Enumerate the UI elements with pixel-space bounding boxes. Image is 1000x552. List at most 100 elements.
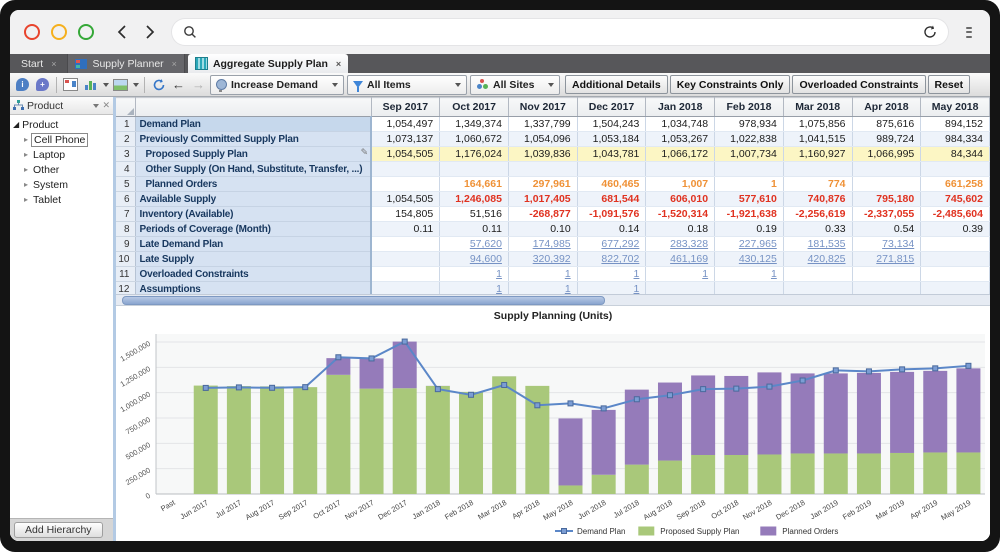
grid-cell[interactable] — [577, 161, 647, 177]
grid-cell[interactable] — [920, 281, 990, 294]
toolbar-button-overloaded-constraints[interactable]: Overloaded Constraints — [792, 75, 926, 94]
grid-cell[interactable]: -2,337,055 — [852, 206, 922, 222]
grid-link-cell[interactable]: 677,292 — [577, 236, 647, 252]
grid-cell[interactable]: 1,176,024 — [439, 146, 509, 162]
grid-cell[interactable]: 1,504,243 — [577, 116, 647, 132]
grid-cell[interactable]: 1,060,672 — [439, 131, 509, 147]
tab-supply-planner[interactable]: Supply Planner × — [67, 54, 185, 73]
grid-cell[interactable]: 1,022,838 — [714, 131, 784, 147]
back-arrow-icon[interactable]: ← — [170, 76, 187, 93]
close-tab-icon[interactable]: × — [336, 59, 341, 69]
grid-cell[interactable] — [783, 266, 853, 282]
row-number[interactable]: 3 — [116, 146, 136, 162]
grid-link-cell[interactable]: 174,985 — [508, 236, 578, 252]
grid-cell[interactable]: 1,053,267 — [645, 131, 716, 147]
row-label[interactable]: Overloaded Constraints — [135, 266, 372, 282]
grid-cell[interactable]: 875,616 — [852, 116, 922, 132]
grid-link-cell[interactable]: 1 — [439, 266, 509, 282]
grid-cell[interactable]: 51,516 — [439, 206, 509, 222]
row-label[interactable]: Proposed Supply Plan ✎ — [135, 146, 372, 162]
chevron-down-icon[interactable] — [93, 103, 100, 108]
grid-cell[interactable]: 795,180 — [852, 191, 922, 207]
grid-cell[interactable]: 1,073,137 — [371, 131, 441, 147]
scenario-dropdown[interactable]: Increase Demand — [210, 74, 344, 95]
sites-filter-dropdown[interactable]: All Sites — [470, 74, 560, 95]
grid-link-cell[interactable]: 822,702 — [577, 251, 647, 267]
grid-cell[interactable] — [645, 281, 716, 294]
row-label[interactable]: Demand Plan — [135, 116, 372, 132]
back-chevron-icon[interactable] — [116, 24, 128, 40]
tree-item-cell-phone[interactable]: ▸ Cell Phone — [13, 132, 113, 147]
row-number[interactable]: 10 — [116, 251, 136, 267]
grid-cell[interactable]: 0.19 — [714, 221, 784, 237]
grid-cell[interactable]: 740,876 — [783, 191, 853, 207]
grid-cell[interactable]: 1,039,836 — [508, 146, 578, 162]
table-view-icon[interactable] — [62, 76, 79, 93]
grid-cell[interactable] — [371, 236, 441, 252]
grid-link-cell[interactable]: 57,620 — [439, 236, 509, 252]
collapsed-caret-icon[interactable]: ▸ — [24, 150, 28, 159]
toolbar-button-additional-details[interactable]: Additional Details — [565, 75, 668, 94]
grid-cell[interactable]: 1,043,781 — [577, 146, 647, 162]
info-bubble-icon[interactable]: i — [14, 76, 31, 93]
chevron-down-icon[interactable] — [133, 82, 139, 87]
search-input[interactable] — [198, 24, 922, 40]
grid-cell[interactable]: 661,258 — [920, 176, 990, 192]
grid-cell[interactable]: 164,661 — [439, 176, 509, 192]
row-number[interactable]: 11 — [116, 266, 136, 282]
toolbar-button-reset[interactable]: Reset — [927, 75, 971, 94]
grid-cell[interactable]: 0.33 — [783, 221, 853, 237]
grid-cell[interactable]: 0.39 — [920, 221, 990, 237]
grid-cell[interactable]: 1 — [714, 176, 784, 192]
grid-corner-cell[interactable] — [116, 97, 136, 117]
grid-cell[interactable]: 0.54 — [852, 221, 922, 237]
row-label[interactable]: Available Supply — [135, 191, 372, 207]
row-number[interactable]: 7 — [116, 206, 136, 222]
grid-link-cell[interactable]: 430,125 — [714, 251, 784, 267]
expanded-caret-icon[interactable]: ◢ — [13, 120, 19, 129]
row-number[interactable]: 2 — [116, 131, 136, 147]
grid-cell[interactable]: -1,921,638 — [714, 206, 784, 222]
tree-root-product[interactable]: ◢ Product — [13, 117, 113, 132]
toolbar-button-key-constraints-only[interactable]: Key Constraints Only — [669, 75, 791, 94]
grid-cell[interactable]: 1,054,497 — [371, 116, 441, 132]
grid-cell[interactable]: 0.18 — [645, 221, 716, 237]
comment-search-bubble-icon[interactable]: + — [34, 76, 51, 93]
grid-cell[interactable]: 297,961 — [508, 176, 578, 192]
tree-item-system[interactable]: ▸ System — [13, 177, 113, 192]
collapsed-caret-icon[interactable]: ▸ — [24, 165, 28, 174]
row-number[interactable]: 1 — [116, 116, 136, 132]
grid-cell[interactable]: 774 — [783, 176, 853, 192]
grid-link-cell[interactable]: 1 — [508, 281, 578, 294]
grid-cell[interactable] — [645, 161, 716, 177]
collapsed-caret-icon[interactable]: ▸ — [24, 135, 28, 144]
grid-cell[interactable]: 606,010 — [645, 191, 716, 207]
tree-item-other[interactable]: ▸ Other — [13, 162, 113, 177]
grid-cell[interactable] — [714, 281, 784, 294]
grid-cell[interactable]: 989,724 — [852, 131, 922, 147]
grid-link-cell[interactable]: 420,825 — [783, 251, 853, 267]
row-number[interactable]: 8 — [116, 221, 136, 237]
grid-cell[interactable]: 1,041,515 — [783, 131, 853, 147]
legend-item-proposed-supply-plan[interactable]: Proposed Supply Plan — [638, 526, 739, 537]
row-number[interactable]: 4 — [116, 161, 136, 177]
grid-cell[interactable]: 978,934 — [714, 116, 784, 132]
grid-cell[interactable] — [852, 266, 922, 282]
row-number[interactable]: 6 — [116, 191, 136, 207]
grid-cell[interactable]: 1,066,995 — [852, 146, 922, 162]
grid-cell[interactable] — [371, 281, 441, 294]
grid-cell[interactable]: 1,053,184 — [577, 131, 647, 147]
grid-cell[interactable] — [783, 281, 853, 294]
grid-cell[interactable]: 984,334 — [920, 131, 990, 147]
grid-cell[interactable] — [371, 266, 441, 282]
add-hierarchy-button[interactable]: Add Hierarchy — [14, 522, 103, 538]
grid-cell[interactable]: 0.11 — [439, 221, 509, 237]
row-label[interactable]: Assumptions — [135, 281, 372, 294]
grid-cell[interactable] — [371, 251, 441, 267]
reload-icon[interactable] — [922, 24, 938, 40]
grid-cell[interactable] — [714, 161, 784, 177]
grid-cell[interactable] — [371, 161, 441, 177]
row-number[interactable]: 5 — [116, 176, 136, 192]
browser-menu-icon[interactable] — [962, 23, 976, 42]
grid-cell[interactable]: 154,805 — [371, 206, 441, 222]
